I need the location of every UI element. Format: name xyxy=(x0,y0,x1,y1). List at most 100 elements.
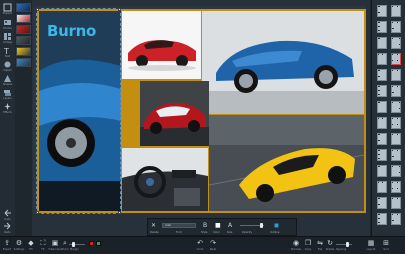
layout-divider xyxy=(378,218,380,219)
margin-label: Margin xyxy=(70,248,79,251)
layout-template[interactable] xyxy=(391,5,401,17)
layout-template[interactable] xyxy=(391,181,401,193)
layout-divider xyxy=(392,134,393,135)
collage-cell-blue-car-side[interactable] xyxy=(202,11,364,114)
layout-divider xyxy=(392,92,394,93)
collage-cell-blue-car-front[interactable] xyxy=(39,11,121,211)
layout-template[interactable] xyxy=(377,5,387,17)
resize-handle[interactable] xyxy=(36,8,39,11)
export-button[interactable]: ⇪ Export xyxy=(1,238,13,253)
fit-button[interactable]: ⛶ Fit xyxy=(37,238,49,253)
layout-divider xyxy=(378,30,380,31)
layout-template[interactable] xyxy=(391,37,401,49)
layout-template[interactable] xyxy=(391,53,401,65)
layout-template[interactable] xyxy=(377,69,387,81)
button-label: Fullscreen xyxy=(48,248,62,251)
collage-cell-red-car-studio[interactable] xyxy=(122,11,201,79)
spacing-knob[interactable] xyxy=(346,242,349,247)
layout-divider xyxy=(392,54,393,55)
tool-layers[interactable]: Layers xyxy=(0,87,15,101)
color-icon[interactable]: ■ xyxy=(215,222,221,229)
layout-divider xyxy=(378,38,380,39)
font-select[interactable]: Arial xyxy=(162,223,196,228)
layout-divider xyxy=(378,118,379,119)
flip-button[interactable]: ⇋ Flip xyxy=(314,238,326,253)
margin-knob[interactable] xyxy=(72,242,75,247)
fill-button[interactable]: ◆ Fill xyxy=(25,238,37,253)
tool-shapes[interactable]: Shapes xyxy=(0,73,15,87)
undo-button[interactable]: ↶ Undo xyxy=(194,238,206,253)
watermark-text[interactable]: Burno xyxy=(47,22,96,40)
border-color-swatch[interactable] xyxy=(89,241,94,246)
layout-divider xyxy=(392,166,393,167)
layout-template[interactable] xyxy=(377,85,387,97)
layout-template[interactable] xyxy=(377,165,387,177)
layout-template[interactable] xyxy=(391,101,401,113)
opacity-knob[interactable] xyxy=(260,223,263,228)
tool-expand[interactable]: Expand xyxy=(0,2,15,16)
layout-template[interactable] xyxy=(377,21,387,33)
photo-thumbnail[interactable] xyxy=(16,36,31,45)
layout-template[interactable] xyxy=(377,181,387,193)
flip-icon: ⇋ xyxy=(317,239,323,247)
style-icon[interactable]: B xyxy=(203,222,207,229)
tool-redo[interactable]: Redo xyxy=(0,221,15,235)
resize-handle[interactable] xyxy=(36,211,39,214)
tool-clipart[interactable]: Clipart xyxy=(0,59,15,73)
layout-divider xyxy=(397,54,398,55)
layout-template[interactable] xyxy=(391,213,401,225)
collage-cell-red-car-dark[interactable] xyxy=(140,81,209,146)
layout-template[interactable] xyxy=(391,69,401,81)
spacing-slider[interactable] xyxy=(336,244,352,245)
layout-divider xyxy=(397,150,398,151)
layout-template[interactable] xyxy=(377,133,387,145)
photo-thumbnail[interactable] xyxy=(16,47,31,56)
photo-thumbnail[interactable] xyxy=(16,58,31,67)
layout-divider xyxy=(397,124,398,125)
delete-icon[interactable]: ✕ xyxy=(151,222,156,229)
resize-handle[interactable] xyxy=(118,8,121,11)
layout-template[interactable] xyxy=(391,21,401,33)
collage-cell-interior[interactable] xyxy=(122,148,208,211)
copy-button[interactable]: ❐ Copy xyxy=(302,238,314,253)
layout-template[interactable] xyxy=(391,85,401,97)
layout-template[interactable] xyxy=(377,101,387,113)
layout-template[interactable] xyxy=(377,117,387,129)
background-color-swatch[interactable] xyxy=(96,241,101,246)
layout-template[interactable] xyxy=(377,37,387,49)
photo-thumbnail[interactable] xyxy=(16,14,31,23)
tool-effects[interactable]: Effects xyxy=(0,101,15,115)
layout-divider xyxy=(392,182,393,183)
layout-template[interactable] xyxy=(391,133,401,145)
tool-collage[interactable]: Collage xyxy=(0,31,15,45)
tool-label: Redo xyxy=(4,231,11,234)
size-icon[interactable]: A xyxy=(228,222,232,229)
tool-label: Photos xyxy=(3,27,12,30)
layout-template[interactable] xyxy=(377,149,387,161)
photo-thumbnail[interactable] xyxy=(16,3,31,12)
photo-thumbnail[interactable] xyxy=(16,25,31,34)
tool-photos[interactable]: Photos xyxy=(0,17,15,31)
rotate-button[interactable]: ↻ Rotate xyxy=(326,238,335,253)
layout-template[interactable] xyxy=(377,197,387,209)
layout-button[interactable]: ▦ Layout xyxy=(365,238,377,253)
layout-template[interactable] xyxy=(377,53,387,65)
tool-text[interactable]: T Text xyxy=(0,45,15,59)
layout-template[interactable] xyxy=(391,117,401,129)
tool-undo[interactable]: Undo xyxy=(0,208,15,222)
layout-template[interactable] xyxy=(391,165,401,177)
fullscreen-button[interactable]: ▣ Fullscreen xyxy=(48,238,62,253)
zoom-button[interactable]: ⌕ Zoom xyxy=(61,238,69,253)
redo-button[interactable]: ↷ Redo xyxy=(207,238,219,253)
layout-divider xyxy=(378,158,380,159)
preview-button[interactable]: ◉ Preview xyxy=(290,238,302,253)
grid-button[interactable]: ⊞ Grid xyxy=(380,238,392,253)
outline-icon[interactable]: ◼ xyxy=(274,222,279,229)
layout-template[interactable] xyxy=(377,213,387,225)
settings-button[interactable]: ⚙ Settings xyxy=(13,238,25,253)
expand-icon xyxy=(3,3,12,12)
collage-cell-yellow-car[interactable] xyxy=(209,115,364,211)
layout-template[interactable] xyxy=(391,149,401,161)
layout-template[interactable] xyxy=(391,197,401,209)
resize-handle[interactable] xyxy=(118,211,121,214)
